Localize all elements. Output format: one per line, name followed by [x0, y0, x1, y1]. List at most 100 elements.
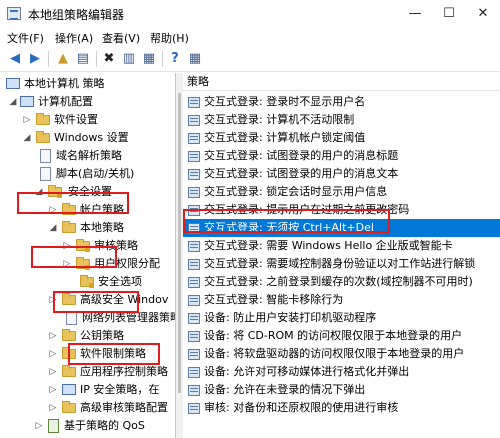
menu-bar: 文件(F) 操作(A) 查看(V) 帮助(H) [0, 27, 500, 47]
chevron-right-icon[interactable]: ▷ [48, 399, 58, 417]
folder-icon [62, 329, 76, 341]
policy-icon [188, 259, 200, 270]
tree-item-scripts[interactable]: 脚本(启动/关机) [0, 165, 175, 183]
list-item[interactable]: 交互式登录: 智能卡移除行为 [183, 291, 500, 309]
toolbar-separator [162, 51, 163, 67]
computer-icon [62, 384, 76, 395]
policy-icon [188, 115, 200, 126]
policy-icon [188, 367, 200, 378]
chevron-right-icon[interactable]: ▷ [22, 111, 32, 129]
policy-icon [188, 349, 200, 360]
close-button[interactable]: ✕ [466, 0, 500, 27]
column-header-policy[interactable]: 策略 [183, 73, 500, 91]
list-item[interactable]: 交互式登录: 计算机不活动限制 [183, 111, 500, 129]
highlight-box-local-policies [53, 291, 139, 313]
tree-item-security-options[interactable]: 安全选项 [0, 273, 175, 291]
app-icon [7, 7, 21, 20]
chevron-right-icon[interactable]: ▷ [34, 417, 44, 435]
tree-item-name-resolution-policy[interactable]: 域名解析策略 [0, 147, 175, 165]
title-bar[interactable]: 本地组策略编辑器 — ☐ ✕ [0, 0, 500, 27]
policy-icon [188, 151, 200, 162]
policy-list[interactable]: 策略 交互式登录: 登录时不显示用户名 交互式登录: 计算机不活动限制 交互式登… [183, 73, 500, 438]
folder-icon [62, 221, 76, 233]
tree-item-advanced-audit[interactable]: ▷ 高级审核策略配置 [0, 399, 175, 417]
list-item[interactable]: 交互式登录: 需要域控制器身份验证以对工作站进行解锁 [183, 255, 500, 273]
policy-icon [188, 331, 200, 342]
chevron-right-icon[interactable]: ▷ [48, 327, 58, 345]
chevron-right-icon[interactable]: ▷ [48, 381, 58, 399]
maximize-button[interactable]: ☐ [432, 0, 466, 27]
folder-icon [36, 113, 50, 125]
list-item[interactable]: 审核: 对备份和还原权限的使用进行审核 [183, 399, 500, 417]
policy-icon [188, 277, 200, 288]
list-item[interactable]: 设备: 允许对可移动媒体进行格式化并弹出 [183, 363, 500, 381]
toolbar: ◀ ▶ ▲ ▤ ✖ ▥ ▦ ? ▦ [0, 47, 500, 72]
menu-file[interactable]: 文件(F) [7, 30, 44, 46]
window-title: 本地组策略编辑器 [28, 8, 125, 22]
back-arrow-icon[interactable]: ◀ [6, 50, 24, 68]
policy-icon [188, 187, 200, 198]
policy-icon [188, 169, 200, 180]
document-icon [40, 167, 51, 181]
group-policy-editor-window: 本地组策略编辑器 — ☐ ✕ 文件(F) 操作(A) 查看(V) 帮助(H) ◀… [0, 0, 500, 438]
list-item[interactable]: 设备: 将软盘驱动器的访问权限仅限于本地登录的用户 [183, 345, 500, 363]
list-item[interactable]: 设备: 将 CD-ROM 的访问权限仅限于本地登录的用户 [183, 327, 500, 345]
menu-view[interactable]: 查看(V) [102, 30, 140, 46]
tree-scrollbar[interactable] [176, 73, 183, 438]
toolbar-separator [48, 51, 49, 67]
chevron-right-icon[interactable]: ▷ [48, 363, 58, 381]
chevron-right-icon[interactable]: ▷ [48, 345, 58, 363]
folder-icon [62, 365, 76, 377]
list-item[interactable]: 交互式登录: 登录时不显示用户名 [183, 93, 500, 111]
tree-item-qos[interactable]: ▷ 基于策略的 QoS [0, 417, 175, 435]
list-item[interactable]: 交互式登录: 试图登录的用户的消息标题 [183, 147, 500, 165]
forward-arrow-icon[interactable]: ▶ [26, 50, 44, 68]
list-item[interactable]: 设备: 允许在未登录的情况下弹出 [183, 381, 500, 399]
tree-item-windows-settings[interactable]: ◢ Windows 设置 [0, 129, 175, 147]
tree-item-ip-security[interactable]: ▷ IP 安全策略，在 [0, 381, 175, 399]
toolbar-separator [96, 51, 97, 67]
policy-icon [188, 241, 200, 252]
list-item[interactable]: 交互式登录: 锁定会话时显示用户信息 [183, 183, 500, 201]
highlight-box-security-settings [31, 246, 117, 268]
menu-action[interactable]: 操作(A) [55, 30, 93, 46]
chevron-down-icon[interactable]: ◢ [48, 219, 58, 237]
tree-item-local-computer-policy[interactable]: 本地计算机 策略 [0, 75, 175, 93]
folder-icon [36, 131, 50, 143]
view-icon[interactable]: ▦ [186, 50, 204, 68]
chevron-down-icon[interactable]: ◢ [22, 129, 32, 147]
tree-item-software-settings[interactable]: ▷ 软件设置 [0, 111, 175, 129]
tree-item-computer-config[interactable]: ◢ 计算机配置 [0, 93, 175, 111]
tree-item-local-policies[interactable]: ◢ 本地策略 [0, 219, 175, 237]
document-icon [66, 311, 77, 325]
tree-item-app-control[interactable]: ▷ 应用程序控制策略 [0, 363, 175, 381]
document-icon [40, 149, 51, 163]
properties-icon[interactable]: ▥ [120, 50, 138, 68]
console-tree[interactable]: 本地计算机 策略 ◢ 计算机配置 ▷ 软件设置 ◢ Windows 设置 域名解… [0, 73, 176, 438]
policy-icon [188, 133, 200, 144]
minimize-button[interactable]: — [398, 0, 432, 27]
delete-icon[interactable]: ✖ [100, 50, 118, 68]
chart-icon [48, 419, 59, 433]
policy-icon [188, 385, 200, 396]
list-item[interactable]: 交互式登录: 需要 Windows Hello 企业版或智能卡 [183, 237, 500, 255]
show-tree-icon[interactable]: ▤ [74, 50, 92, 68]
chevron-down-icon[interactable]: ◢ [8, 93, 18, 111]
policy-icon [188, 295, 200, 306]
menu-help[interactable]: 帮助(H) [150, 30, 189, 46]
computer-policy-icon [6, 78, 20, 89]
list-item[interactable]: 交互式登录: 之前登录到缓存的次数(域控制器不可用时) [183, 273, 500, 291]
lock-icon [89, 283, 94, 288]
list-item[interactable]: 交互式登录: 试图登录的用户的消息文本 [183, 165, 500, 183]
computer-icon [20, 96, 34, 107]
policy-icon [188, 403, 200, 414]
help-icon[interactable]: ? [166, 50, 184, 68]
up-folder-icon[interactable]: ▲ [54, 50, 72, 68]
highlight-box-no-ctrl-alt-del [183, 209, 390, 233]
highlight-box-windows-settings [17, 192, 129, 214]
export-icon[interactable]: ▦ [140, 50, 158, 68]
folder-icon [62, 401, 76, 413]
list-item[interactable]: 设备: 防止用户安装打印机驱动程序 [183, 309, 500, 327]
policy-icon [188, 97, 200, 108]
list-item[interactable]: 交互式登录: 计算机帐户锁定阈值 [183, 129, 500, 147]
